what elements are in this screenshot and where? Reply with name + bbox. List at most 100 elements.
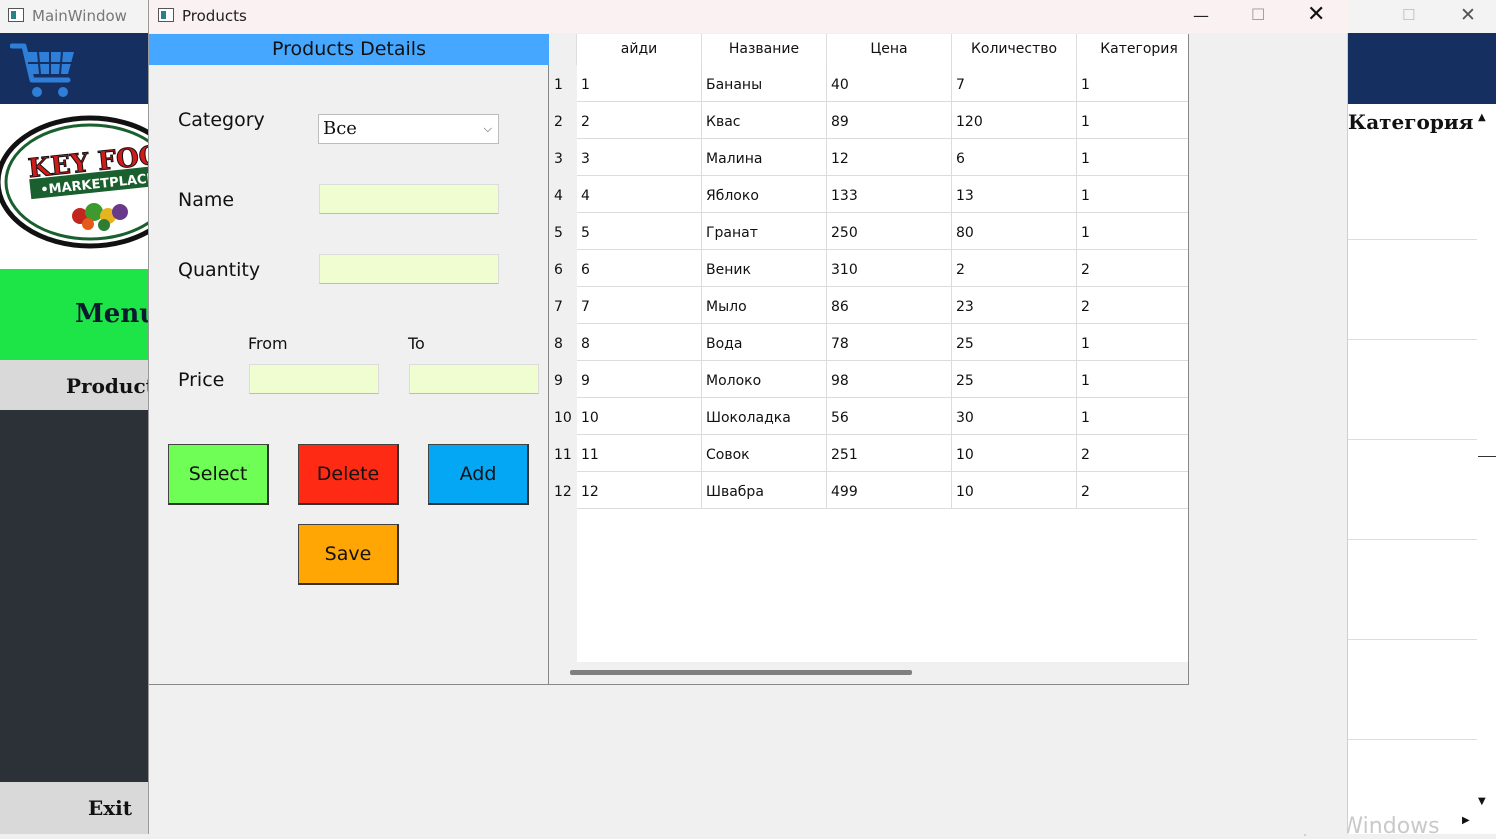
- table-cell[interactable]: 7: [577, 287, 702, 324]
- table-cell[interactable]: 2: [577, 102, 702, 139]
- scrollbar-thumb[interactable]: [1478, 456, 1496, 457]
- price-from-field[interactable]: [249, 364, 379, 394]
- row-number[interactable]: 9: [549, 361, 577, 398]
- table-cell[interactable]: Швабра: [702, 472, 827, 509]
- row-number[interactable]: 8: [549, 324, 577, 361]
- table-cell[interactable]: 1: [1077, 102, 1188, 139]
- table-cell[interactable]: 2: [952, 250, 1077, 287]
- column-header[interactable]: айди: [577, 34, 702, 65]
- table-cell[interactable]: 2: [1077, 287, 1188, 324]
- maximize-icon[interactable]: ☐: [1251, 5, 1271, 25]
- row-number[interactable]: 7: [549, 287, 577, 324]
- price-to-field[interactable]: [409, 364, 539, 394]
- scroll-down-arrow-icon[interactable]: ▼: [1478, 796, 1486, 807]
- table-cell[interactable]: 133: [827, 176, 952, 213]
- minimize-icon[interactable]: —: [1193, 6, 1213, 26]
- table-cell[interactable]: 10: [952, 472, 1077, 509]
- close-icon[interactable]: ✕: [1307, 2, 1331, 27]
- table-cell[interactable]: 98: [827, 361, 952, 398]
- row-number[interactable]: 1: [549, 65, 577, 102]
- table-cell[interactable]: 499: [827, 472, 952, 509]
- table-cell[interactable]: Молоко: [702, 361, 827, 398]
- category-select[interactable]: Все ⌵: [318, 114, 499, 144]
- table-cell[interactable]: 7: [952, 65, 1077, 102]
- table-row[interactable]: 7 Мыло 86 23 2: [577, 287, 1188, 324]
- table-cell[interactable]: Малина: [702, 139, 827, 176]
- row-number[interactable]: 2: [549, 102, 577, 139]
- table-cell[interactable]: 78: [827, 324, 952, 361]
- table-cell[interactable]: 4: [577, 176, 702, 213]
- table-cell[interactable]: 10: [577, 398, 702, 435]
- table-cell[interactable]: 120: [952, 102, 1077, 139]
- table-cell[interactable]: 6: [952, 139, 1077, 176]
- table-row[interactable]: 8 Вода 78 25 1: [577, 324, 1188, 361]
- table-cell[interactable]: 2: [1077, 250, 1188, 287]
- table-cell[interactable]: 89: [827, 102, 952, 139]
- save-button[interactable]: Save: [298, 524, 399, 585]
- table-cell[interactable]: 1: [1077, 324, 1188, 361]
- table-cell[interactable]: Яблоко: [702, 176, 827, 213]
- scroll-right-arrow-icon[interactable]: ▶: [1462, 815, 1470, 826]
- table-cell[interactable]: 3: [577, 139, 702, 176]
- table-cell[interactable]: Мыло: [702, 287, 827, 324]
- table-cell[interactable]: 12: [827, 139, 952, 176]
- quantity-field[interactable]: [319, 254, 499, 284]
- table-cell[interactable]: 250: [827, 213, 952, 250]
- table-cell[interactable]: Совок: [702, 435, 827, 472]
- table-cell[interactable]: 8: [577, 324, 702, 361]
- table-cell[interactable]: Вода: [702, 324, 827, 361]
- table-row[interactable]: 10 Шоколадка 56 30 1: [577, 398, 1188, 435]
- table-cell[interactable]: 6: [577, 250, 702, 287]
- table-cell[interactable]: 1: [1077, 213, 1188, 250]
- table-row[interactable]: 3 Малина 12 6 1: [577, 139, 1188, 176]
- name-field[interactable]: [319, 184, 499, 214]
- column-header[interactable]: Цена: [827, 34, 952, 65]
- table-cell[interactable]: 13: [952, 176, 1077, 213]
- table-cell[interactable]: 12: [577, 472, 702, 509]
- table-cell[interactable]: 25: [952, 324, 1077, 361]
- table-cell[interactable]: Шоколадка: [702, 398, 827, 435]
- table-row[interactable]: 9 Молоко 98 25 1: [577, 361, 1188, 398]
- table-cell[interactable]: 30: [952, 398, 1077, 435]
- row-number[interactable]: 4: [549, 176, 577, 213]
- row-number[interactable]: 10: [549, 398, 577, 435]
- sidebar-item-products[interactable]: Products: [0, 360, 166, 410]
- delete-button[interactable]: Delete: [298, 444, 399, 505]
- table-row[interactable]: 6 Веник 310 2 2: [577, 250, 1188, 287]
- table-cell[interactable]: 2: [1077, 472, 1188, 509]
- table-cell[interactable]: 10: [952, 435, 1077, 472]
- column-header[interactable]: Название: [702, 34, 827, 65]
- row-number[interactable]: 6: [549, 250, 577, 287]
- table-cell[interactable]: 9: [577, 361, 702, 398]
- select-button[interactable]: Select: [168, 444, 269, 505]
- table-cell[interactable]: Бананы: [702, 65, 827, 102]
- table-cell[interactable]: 25: [952, 361, 1077, 398]
- column-header[interactable]: Количество: [952, 34, 1077, 65]
- scroll-up-arrow-icon[interactable]: ▲: [1478, 112, 1486, 123]
- main-window-maximize-icon[interactable]: ☐: [1402, 6, 1418, 26]
- table-cell[interactable]: 1: [1077, 176, 1188, 213]
- table-cell[interactable]: 11: [577, 435, 702, 472]
- horizontal-scrollbar-thumb[interactable]: [570, 670, 912, 675]
- row-number[interactable]: 12: [549, 472, 577, 509]
- table-cell[interactable]: 5: [577, 213, 702, 250]
- table-row[interactable]: 1 Бананы 40 7 1: [577, 65, 1188, 102]
- table-row[interactable]: 4 Яблоко 133 13 1: [577, 176, 1188, 213]
- table-row[interactable]: 2 Квас 89 120 1: [577, 102, 1188, 139]
- table-cell[interactable]: 1: [1077, 65, 1188, 102]
- table-cell[interactable]: Квас: [702, 102, 827, 139]
- row-number[interactable]: 11: [549, 435, 577, 472]
- table-cell[interactable]: 40: [827, 65, 952, 102]
- row-number[interactable]: 5: [549, 213, 577, 250]
- table-corner[interactable]: [549, 34, 577, 65]
- table-cell[interactable]: 310: [827, 250, 952, 287]
- table-cell[interactable]: 23: [952, 287, 1077, 324]
- main-window-close-icon[interactable]: ✕: [1460, 4, 1480, 26]
- horizontal-scrollbar[interactable]: [549, 662, 1188, 684]
- table-cell[interactable]: 1: [1077, 398, 1188, 435]
- table-cell[interactable]: 1: [1077, 139, 1188, 176]
- table-cell[interactable]: 1: [577, 65, 702, 102]
- table-cell[interactable]: 80: [952, 213, 1077, 250]
- table-cell[interactable]: 2: [1077, 435, 1188, 472]
- table-row[interactable]: 5 Гранат 250 80 1: [577, 213, 1188, 250]
